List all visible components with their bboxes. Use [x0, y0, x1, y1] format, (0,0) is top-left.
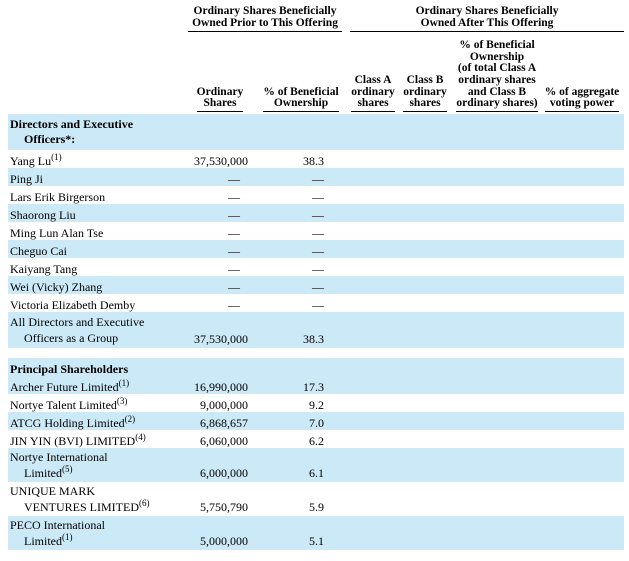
holder-name: Ping Ji [10, 171, 44, 186]
footnote-ref: (1) [51, 151, 62, 162]
footnote-ref: (6) [138, 497, 150, 508]
holder-name: PECO International [10, 517, 105, 532]
holder-name: UNIQUE MARK [10, 483, 95, 498]
holder-name: Shaorong Liu [10, 207, 76, 222]
holder-name: Wei (Vicky) Zhang [10, 279, 103, 294]
ordinary-shares-value: — [188, 275, 252, 294]
table-row: ATCG Holding Limited(2) 6,868,657 7.0 [8, 411, 625, 430]
ordinary-shares-value: — [188, 167, 252, 186]
pct-ownership-value: 38.3 [260, 311, 343, 348]
col-pct-ownership-header: % of Beneficial Ownership [260, 40, 343, 114]
holder-name: Nortye Talent Limited [10, 397, 117, 412]
holder-name: Ming Lun Alan Tse [10, 225, 104, 240]
table-row: Kaiyang Tang — — [8, 258, 624, 276]
col-ordinary-shares-header: Ordinary Shares [188, 40, 252, 114]
pct-ownership-value: 6.2 [309, 433, 325, 448]
pct-ownership-value: 5.9 [309, 499, 325, 514]
holder-name: Victoria Elizabeth Demby [10, 297, 136, 312]
table-row: Ming Lun Alan Tse — — [8, 222, 624, 240]
ordinary-shares-value: 6,868,657 [188, 411, 252, 430]
pct-ownership-value: 7.0 [260, 411, 343, 430]
pct-ownership-value: — [312, 189, 325, 204]
col-voting-power-header: % of aggregate voting power [540, 40, 625, 114]
table-row: JIN YIN (BVI) LIMITED(4) 6,060,000 6.2 [8, 430, 624, 448]
table-row: Shaorong Liu — — [8, 203, 625, 222]
ordinary-shares-value: 6,000,000 [188, 447, 252, 482]
pct-ownership-value: 17.3 [260, 375, 343, 394]
ordinary-shares-value: 37,530,000 [188, 311, 252, 348]
pct-ownership-value: — [312, 225, 325, 240]
ordinary-shares-value: — [228, 261, 240, 276]
beneficial-ownership-table: Ordinary Shares Beneficially Owned Prior… [8, 5, 625, 550]
footnote-ref: (1) [118, 377, 130, 388]
pct-ownership-value: 38.3 [303, 153, 325, 168]
ordinary-shares-value: — [228, 189, 240, 204]
holder-name: Cheguo Cai [10, 243, 67, 258]
table-row: Archer Future Limited(1) 16,990,000 17.3 [8, 375, 625, 394]
footnote-ref: (5) [62, 463, 73, 474]
table-row: Nortye International Limited(5) 6,000,000 6… [8, 447, 625, 482]
footnote-ref: (2) [124, 413, 136, 424]
prior-offering-header: Ordinary Shares Beneficially Owned Prior… [188, 5, 343, 33]
pct-ownership-value: 9.2 [309, 397, 325, 412]
holder-name: Nortye International [10, 449, 108, 464]
holder-name: Lars Erik Birgerson [10, 189, 106, 204]
table-row: UNIQUE MARK VENTURES LIMITED(6) 5,750,790 5… [8, 482, 624, 516]
pct-ownership-value: 5.1 [260, 515, 343, 550]
table-row: Cheguo Cai — — [8, 239, 625, 258]
holder-name-cont: Limited [24, 533, 62, 548]
table-row: PECO International Limited(1) 5,000,000 5.1 [8, 515, 625, 550]
table-row: Nortye Talent Limited(3) 9,000,000 9.2 [8, 394, 624, 412]
ordinary-shares-value: 16,990,000 [188, 375, 252, 394]
col-total-ownership-header: % of Beneficial Ownership (of total Class … [454, 39, 541, 114]
table-row: Wei (Vicky) Zhang — — [8, 275, 625, 294]
pct-ownership-value: — [260, 239, 343, 258]
pct-ownership-value: 6.1 [260, 447, 343, 482]
footnote-ref: (4) [135, 431, 146, 442]
col-class-b-header: Class Bordinary shares [396, 40, 455, 114]
ordinary-shares-value: 6,060,000 [200, 433, 248, 448]
col-class-a-header: Class Aordinary shares [350, 40, 397, 114]
ownership-table-page: Ordinary Shares Beneficially Owned Prior… [0, 0, 629, 561]
table-row-group-total: All Directors and Executive Officers as … [8, 311, 625, 348]
ordinary-shares-value: — [188, 239, 252, 258]
holder-name: JIN YIN (BVI) LIMITED [10, 433, 136, 448]
ordinary-shares-value: 9,000,000 [200, 397, 248, 412]
holder-name: Kaiyang Tang [10, 261, 78, 276]
holder-name: Archer Future Limited [10, 379, 119, 394]
pct-ownership-value: — [260, 203, 343, 222]
after-offering-header: Ordinary Shares Beneficially Owned After… [350, 5, 625, 33]
ordinary-shares-value: 5,750,790 [200, 499, 248, 514]
ordinary-shares-value: — [228, 225, 240, 240]
holder-name-cont: VENTURES LIMITED [24, 499, 139, 514]
table-row: Lars Erik Birgerson — — [8, 186, 624, 204]
section-directors: Directors and Executive Officers*: [8, 113, 625, 150]
table-row: Victoria Elizabeth Demby — — [8, 294, 624, 312]
ordinary-shares-value: 5,000,000 [188, 515, 252, 550]
pct-ownership-value: — [312, 297, 325, 312]
holder-name: Yang Lu [10, 153, 52, 168]
ordinary-shares-value: — [228, 297, 240, 312]
ordinary-shares-value: 37,530,000 [194, 153, 248, 168]
pct-ownership-value: — [312, 261, 325, 276]
table-row: Ping Ji — — [8, 167, 625, 186]
pct-ownership-value: — [260, 167, 343, 186]
holder-name-cont: Limited [24, 465, 62, 480]
ordinary-shares-value: — [188, 203, 252, 222]
holder-name: ATCG Holding Limited [10, 415, 125, 430]
pct-ownership-value: — [260, 275, 343, 294]
table-row: Yang Lu(1) 37,530,000 38.3 [8, 150, 624, 168]
footnote-ref: (3) [116, 395, 128, 406]
section-principal-shareholders: Principal Shareholders [8, 357, 625, 376]
footnote-ref: (1) [62, 531, 73, 542]
